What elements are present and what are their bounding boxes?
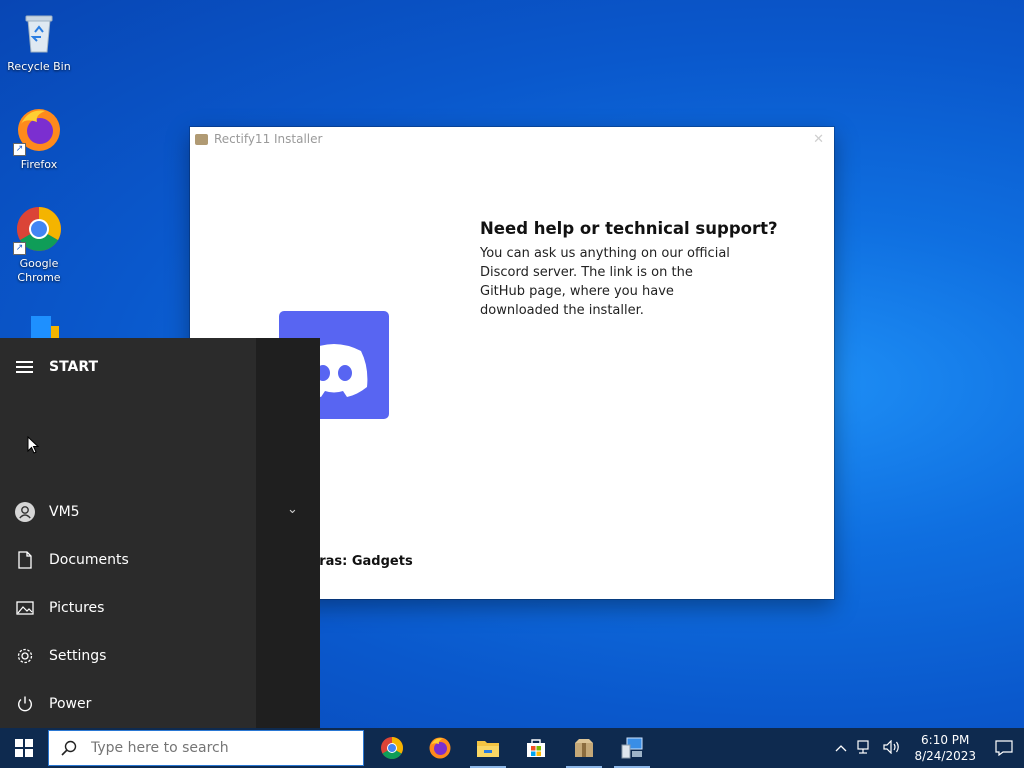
- desktop-icon-recycle-bin[interactable]: Recycle Bin: [2, 8, 76, 74]
- start-item-label: Pictures: [49, 600, 105, 616]
- taskbar-app-network-tool[interactable]: [608, 728, 656, 768]
- installer-app-icon: [195, 133, 208, 145]
- store-icon: [527, 739, 545, 757]
- start-item-label: Documents: [49, 552, 129, 568]
- taskbar: 6:10 PM 8/24/2023: [0, 728, 1024, 768]
- taskbar-app-chrome[interactable]: [368, 728, 416, 768]
- desktop-icon-chrome[interactable]: ↗ Google Chrome: [2, 205, 76, 285]
- gear-icon: [14, 647, 36, 665]
- window-titlebar[interactable]: Rectify11 Installer ✕: [190, 127, 834, 151]
- shortcut-arrow-icon: ↗: [13, 143, 26, 156]
- start-header[interactable]: START: [16, 358, 98, 376]
- start-item-label: Power: [49, 696, 92, 712]
- support-heading: Need help or technical support?: [480, 219, 778, 238]
- start-item-power[interactable]: Power: [14, 692, 91, 716]
- recycle-bin-icon: [15, 8, 63, 56]
- desktop-icon-label: Google Chrome: [17, 257, 61, 284]
- windows-logo-icon: [15, 739, 33, 757]
- desktop-icon-firefox[interactable]: ↗ Firefox: [2, 106, 76, 172]
- shortcut-arrow-icon: ↗: [13, 242, 26, 255]
- clock-time: 6:10 PM: [921, 733, 970, 747]
- desktop-icon-label: Firefox: [20, 158, 58, 171]
- folder-icon: [477, 741, 499, 757]
- close-icon[interactable]: ✕: [813, 132, 824, 147]
- clock[interactable]: 6:10 PM 8/24/2023: [906, 732, 984, 764]
- search-icon: [49, 740, 89, 756]
- taskbar-app-installer[interactable]: [560, 728, 608, 768]
- firefox-icon: ↗: [13, 106, 63, 156]
- taskbar-app-store[interactable]: [512, 728, 560, 768]
- clock-date: 8/24/2023: [914, 749, 976, 763]
- search-input[interactable]: [89, 739, 343, 757]
- notification-icon[interactable]: [984, 740, 1024, 756]
- package-icon: [575, 739, 593, 757]
- start-item-user[interactable]: VM5: [14, 500, 80, 524]
- extras-label: tras: Gadgets: [313, 554, 413, 569]
- document-icon: [14, 551, 36, 569]
- chevron-up-icon[interactable]: [830, 741, 852, 755]
- taskbar-app-firefox[interactable]: [416, 728, 464, 768]
- volume-icon[interactable]: [878, 739, 906, 757]
- hamburger-icon[interactable]: [16, 358, 33, 376]
- desktop-icon-label: Recycle Bin: [7, 60, 71, 73]
- network-tool-icon: [621, 737, 643, 759]
- start-title: START: [49, 359, 99, 375]
- tiles-area: [256, 338, 320, 728]
- start-item-pictures[interactable]: Pictures: [14, 596, 104, 620]
- chrome-icon: [381, 737, 403, 759]
- user-avatar-icon: [14, 502, 36, 522]
- start-item-label: Settings: [49, 648, 107, 664]
- chevron-down-icon[interactable]: ⌄: [287, 502, 298, 517]
- system-tray: 6:10 PM 8/24/2023: [830, 728, 1024, 768]
- start-item-documents[interactable]: Documents: [14, 548, 129, 572]
- user-name: VM5: [49, 504, 80, 520]
- start-menu: START VM5 ⌄ Documents Pictures Settings …: [0, 338, 320, 728]
- mouse-cursor-icon: [27, 435, 40, 458]
- support-text: You can ask us anything on our official …: [480, 246, 730, 318]
- taskbar-app-explorer[interactable]: [464, 728, 512, 768]
- pictures-icon: [14, 600, 36, 616]
- start-item-settings[interactable]: Settings: [14, 644, 106, 668]
- network-icon[interactable]: [852, 739, 878, 757]
- firefox-icon: [429, 737, 451, 759]
- chrome-icon: ↗: [13, 205, 63, 255]
- start-button[interactable]: [0, 728, 48, 768]
- window-title: Rectify11 Installer: [214, 132, 323, 146]
- power-icon: [14, 695, 36, 713]
- taskbar-search-box[interactable]: [48, 730, 364, 766]
